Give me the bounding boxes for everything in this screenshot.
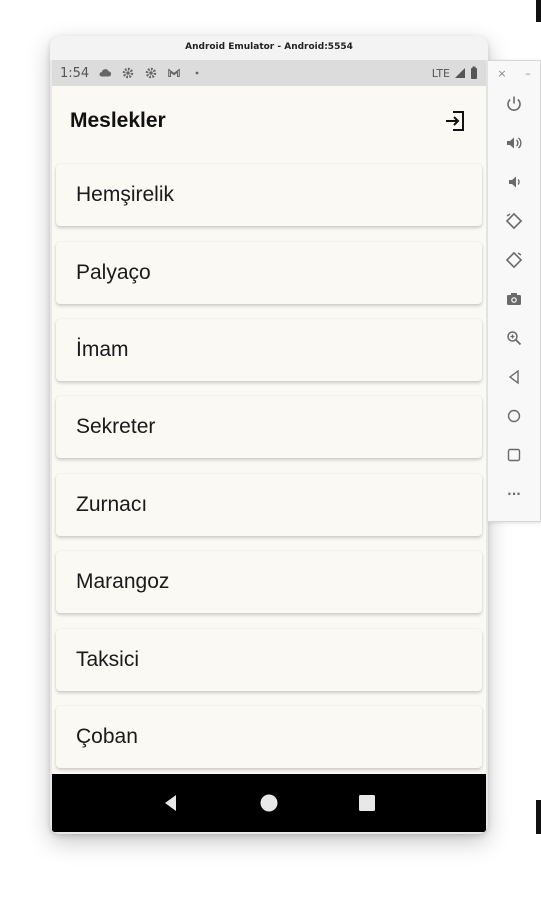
gmail-icon <box>168 68 180 78</box>
system-nav-bar <box>52 774 486 832</box>
zoom-icon <box>507 331 522 346</box>
rotate-right-button[interactable] <box>501 247 527 273</box>
back-triangle-icon <box>508 369 519 385</box>
recents-button[interactable] <box>352 788 382 818</box>
emulator-toolbar: × – ··· <box>488 60 541 522</box>
battery-icon <box>471 66 477 79</box>
list-item-label: İmam <box>76 338 129 361</box>
home-button[interactable] <box>254 788 284 818</box>
list-item-label: Hemşirelik <box>76 183 175 206</box>
logout-icon <box>446 111 464 131</box>
network-label: LTE <box>431 66 450 80</box>
zoom-button[interactable] <box>501 325 527 351</box>
list-item[interactable]: Hemşirelik <box>56 164 482 226</box>
list-item-label: Marangoz <box>76 570 170 593</box>
more-button[interactable]: ··· <box>501 481 527 507</box>
volume-down-button[interactable] <box>501 169 527 195</box>
list-item[interactable]: Sekreter <box>56 396 482 458</box>
home-toolbar-button[interactable] <box>501 403 527 429</box>
power-button[interactable] <box>501 91 527 117</box>
list-item-label: Sekreter <box>76 415 156 438</box>
app-bar: Meslekler <box>52 86 486 156</box>
list-item[interactable]: Zurnacı <box>56 474 482 536</box>
home-icon <box>260 794 278 812</box>
recents-icon <box>359 795 375 811</box>
screenshot-button[interactable] <box>501 286 527 312</box>
status-bar: 1:54 LTE <box>52 60 486 86</box>
list-item[interactable]: Çoban <box>56 706 482 768</box>
rotate-left-button[interactable] <box>501 208 527 234</box>
list-item-label: Taksici <box>76 648 140 671</box>
settings-icon <box>145 67 157 79</box>
rotate-left-icon <box>505 212 523 230</box>
overview-toolbar-button[interactable] <box>501 442 527 468</box>
camera-icon <box>507 293 521 305</box>
page-title: Meslekler <box>70 109 166 132</box>
list-item-label: Palyaço <box>76 261 151 284</box>
power-icon <box>507 96 521 111</box>
list-item[interactable]: Palyaço <box>56 242 482 304</box>
close-button[interactable]: × <box>497 67 506 80</box>
volume-up-icon <box>507 137 522 149</box>
emulator-title: Android Emulator - Android:5554 <box>50 36 488 60</box>
rotate-right-icon <box>505 251 523 269</box>
list-item-label: Zurnacı <box>76 493 148 516</box>
logout-button[interactable] <box>442 108 468 134</box>
minimize-button[interactable]: – <box>525 67 531 80</box>
phone-screen: 1:54 LTE Meslekler Hemşirelik Palyaço İm… <box>52 60 486 832</box>
dot-icon <box>195 71 199 75</box>
status-time: 1:54 <box>60 65 90 81</box>
back-icon <box>165 795 176 811</box>
back-toolbar-button[interactable] <box>501 364 527 390</box>
volume-down-icon <box>509 176 520 188</box>
list-item[interactable]: Taksici <box>56 629 482 691</box>
back-button[interactable] <box>156 788 186 818</box>
cloud-icon <box>99 69 112 77</box>
background-window-edge <box>536 0 541 22</box>
volume-up-button[interactable] <box>501 130 527 156</box>
settings-icon <box>122 67 134 79</box>
home-circle-icon <box>507 409 521 423</box>
signal-icon <box>455 68 465 78</box>
list-item[interactable]: İmam <box>56 319 482 381</box>
list-item-label: Çoban <box>76 725 138 748</box>
overview-square-icon <box>507 448 521 462</box>
emulator-window: Android Emulator - Android:5554 1:54 LTE… <box>50 36 488 834</box>
list-item[interactable]: Marangoz <box>56 551 482 613</box>
background-window-edge <box>536 800 541 834</box>
